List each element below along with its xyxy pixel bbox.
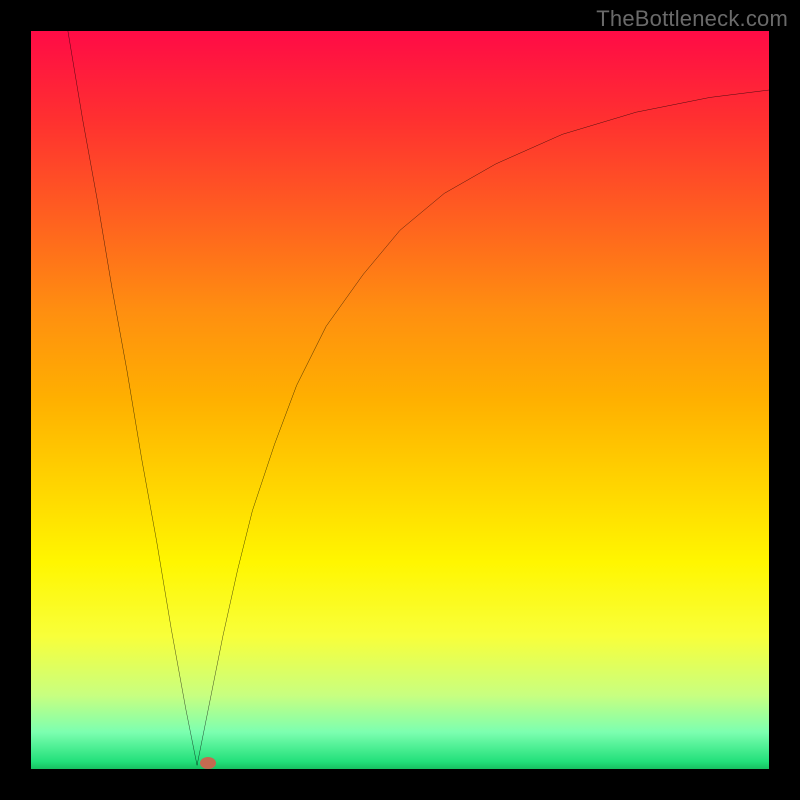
chart-frame: TheBottleneck.com [0, 0, 800, 800]
plot-area [31, 31, 769, 769]
bottleneck-curve [31, 31, 769, 769]
watermark-text: TheBottleneck.com [596, 6, 788, 32]
curve-right-branch [197, 90, 769, 765]
curve-left-branch [68, 31, 197, 765]
